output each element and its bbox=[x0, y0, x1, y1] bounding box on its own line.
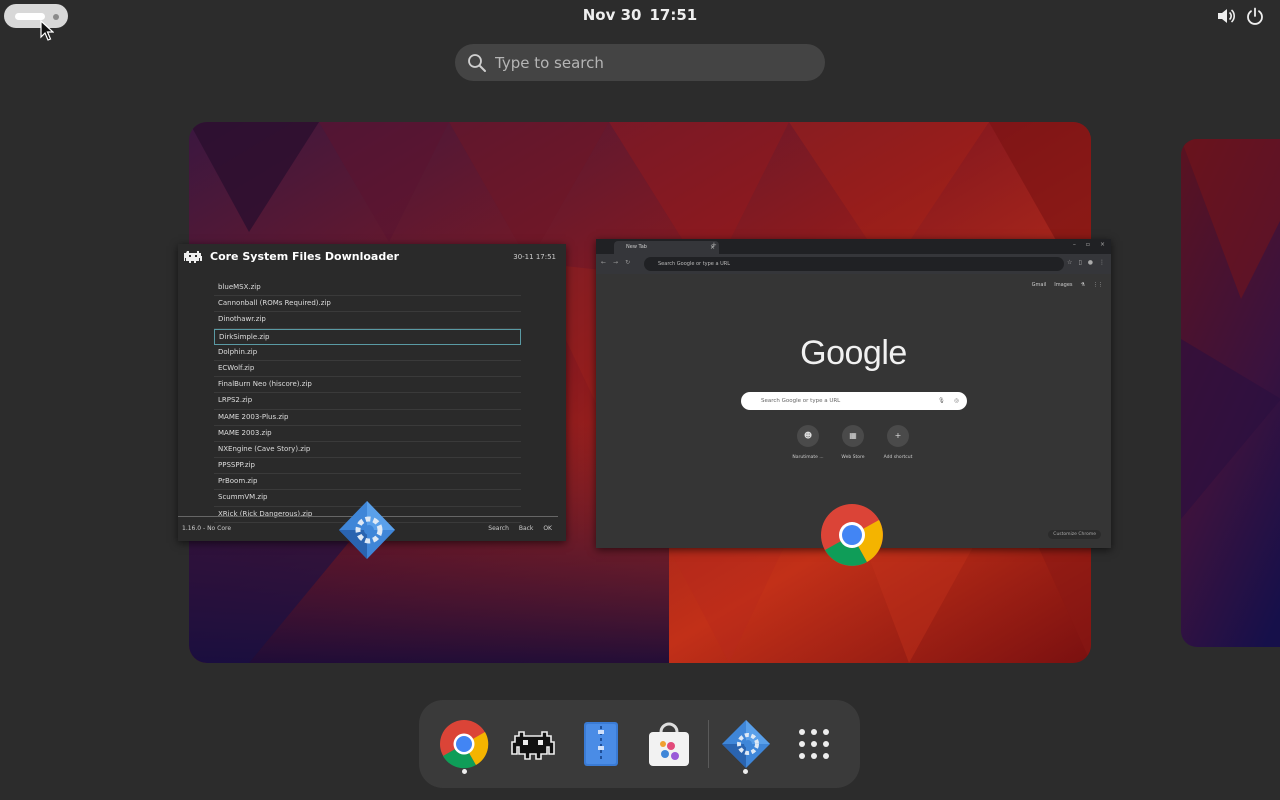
gmail-link[interactable]: Gmail bbox=[1032, 282, 1047, 288]
list-item[interactable]: Cannonball (ROMs Required).zip bbox=[214, 296, 521, 313]
mouse-cursor-icon bbox=[40, 20, 54, 41]
control-back: Back bbox=[518, 525, 534, 532]
web-store-icon: ▦ bbox=[842, 425, 864, 447]
retroarch-controls: Search Back OK bbox=[480, 525, 552, 532]
list-item[interactable]: MAME 2003-Plus.zip bbox=[214, 410, 521, 426]
shortcut-label: Narutimate ... bbox=[792, 455, 824, 460]
retroarch-window-thumbnail[interactable]: Core System Files Downloader 30-11 17:51… bbox=[178, 244, 566, 541]
list-item[interactable]: Dinothawr.zip bbox=[214, 312, 521, 329]
software-updater-icon bbox=[339, 501, 395, 559]
apps-grid-icon[interactable]: ⋮⋮ bbox=[1093, 282, 1103, 288]
tab-new-tab[interactable]: New Tab × bbox=[614, 241, 719, 254]
shortcut-label: Add shortcut bbox=[883, 455, 913, 460]
shortcut-favicon-icon: ☻ bbox=[797, 425, 819, 447]
retroarch-datetime: 30-11 17:51 bbox=[513, 253, 556, 261]
volume-icon[interactable] bbox=[1216, 7, 1236, 25]
retroarch-version: 1.16.0 - No Core bbox=[182, 525, 232, 532]
google-logo: Google bbox=[800, 334, 907, 372]
wallpaper bbox=[1181, 139, 1280, 647]
dock-separator bbox=[708, 720, 709, 768]
back-icon[interactable]: ← bbox=[601, 259, 606, 266]
list-item[interactable]: NXEngine (Cave Story).zip bbox=[214, 442, 521, 459]
reload-icon[interactable]: ↻ bbox=[625, 259, 630, 266]
omnibox[interactable]: Search Google or type a URL bbox=[644, 257, 1064, 271]
search-icon bbox=[468, 54, 486, 72]
shortcut-web-store[interactable]: ▦ Web Store bbox=[831, 425, 875, 460]
bookmark-star-icon[interactable]: ☆ bbox=[1067, 259, 1072, 266]
profile-icon[interactable]: ● bbox=[1088, 259, 1093, 266]
dock-software-icon[interactable] bbox=[643, 718, 695, 770]
retroarch-invader-icon bbox=[184, 251, 202, 263]
toolbar-icons: ☆ ▯ ● ⋮ bbox=[1061, 259, 1105, 266]
voice-search-icon[interactable]: 🎙 bbox=[938, 392, 945, 410]
list-item[interactable]: blueMSX.zip bbox=[214, 280, 521, 297]
close-icon[interactable]: × bbox=[1100, 241, 1105, 248]
shortcut-label: Web Store bbox=[841, 455, 865, 460]
list-item[interactable]: PrBoom.zip bbox=[214, 474, 521, 491]
top-bar: Nov 30 17:51 bbox=[0, 0, 1280, 32]
list-item-selected[interactable]: DirkSimple.zip bbox=[214, 328, 521, 345]
clock-time: 17:51 bbox=[649, 6, 698, 24]
list-item[interactable]: LRPS2.zip bbox=[214, 393, 521, 410]
workspace-thumbnail-next[interactable] bbox=[1181, 139, 1280, 647]
chrome-tabstrip: New Tab × + – ▫ × bbox=[596, 239, 1111, 254]
list-item[interactable]: FinalBurn Neo (hiscore).zip bbox=[214, 377, 521, 394]
forward-icon[interactable]: → bbox=[613, 259, 618, 266]
dock-software-updater-icon[interactable] bbox=[720, 718, 772, 770]
list-item[interactable]: ECWolf.zip bbox=[214, 361, 521, 378]
new-tab-icon[interactable]: + bbox=[711, 241, 717, 249]
running-indicator bbox=[462, 769, 467, 774]
control-search: Search bbox=[488, 525, 509, 532]
google-search-placeholder: Search Google or type a URL bbox=[761, 398, 841, 404]
dock-chrome-icon[interactable] bbox=[438, 718, 490, 770]
maximize-icon[interactable]: ▫ bbox=[1086, 241, 1090, 248]
control-ok: OK bbox=[543, 525, 552, 532]
search-input[interactable] bbox=[495, 50, 795, 75]
minimize-icon[interactable]: – bbox=[1073, 241, 1076, 248]
dock-retroarch-icon[interactable] bbox=[507, 718, 559, 770]
window-controls: – ▫ × bbox=[1063, 241, 1105, 248]
chrome-window-thumbnail[interactable]: New Tab × + – ▫ × ← → ↻ Search Google or typ… bbox=[596, 239, 1111, 548]
shortcut-add[interactable]: + Add shortcut bbox=[876, 425, 920, 460]
tab-title: New Tab bbox=[626, 244, 647, 250]
customize-chrome-button[interactable]: Customize Chrome bbox=[1048, 530, 1101, 539]
google-top-links: Gmail Images ⚗ ⋮⋮ bbox=[1024, 282, 1103, 288]
activities-button[interactable] bbox=[4, 4, 68, 28]
chrome-toolbar: ← → ↻ Search Google or type a URL ☆ ▯ ● ⋮ bbox=[596, 254, 1111, 274]
retroarch-header: Core System Files Downloader 30-11 17:51 bbox=[178, 244, 566, 272]
images-link[interactable]: Images bbox=[1054, 282, 1072, 288]
clock-date: Nov 30 bbox=[582, 6, 642, 24]
shortcut-narutimate[interactable]: ☻ Narutimate ... bbox=[786, 425, 830, 460]
dock-text-editor-icon[interactable] bbox=[575, 718, 627, 770]
running-indicator bbox=[743, 769, 748, 774]
labs-icon[interactable]: ⚗ bbox=[1081, 282, 1085, 288]
power-icon[interactable] bbox=[1245, 6, 1265, 26]
core-files-list: blueMSX.zip Cannonball (ROMs Required).z… bbox=[214, 280, 521, 523]
chrome-icon bbox=[821, 504, 883, 566]
lens-icon[interactable]: ◎ bbox=[954, 392, 959, 410]
overview-search-box[interactable] bbox=[455, 44, 825, 81]
nav-buttons: ← → ↻ bbox=[601, 259, 637, 266]
clock[interactable]: Nov 30 17:51 bbox=[540, 6, 740, 24]
google-search-box[interactable]: Search Google or type a URL 🎙 ◎ bbox=[741, 392, 967, 410]
workspace-indicator-active bbox=[15, 13, 45, 20]
list-item[interactable]: MAME 2003.zip bbox=[214, 426, 521, 442]
list-item[interactable]: Dolphin.zip bbox=[214, 345, 521, 361]
retroarch-title: Core System Files Downloader bbox=[210, 250, 400, 263]
plus-icon: + bbox=[887, 425, 909, 447]
list-item[interactable]: PPSSPP.zip bbox=[214, 458, 521, 475]
menu-icon[interactable]: ⋮ bbox=[1099, 259, 1105, 266]
dock-show-apps-icon[interactable] bbox=[788, 718, 840, 770]
side-panel-icon[interactable]: ▯ bbox=[1078, 259, 1081, 266]
